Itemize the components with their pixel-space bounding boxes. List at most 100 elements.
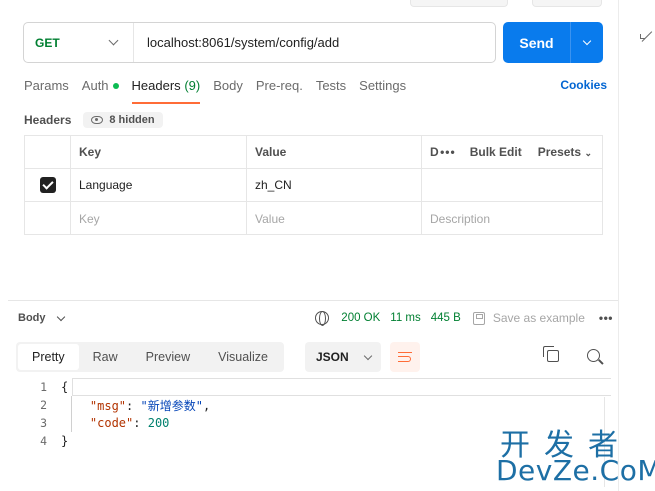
line-number: 3 bbox=[40, 416, 47, 430]
tab-label: Headers bbox=[131, 78, 181, 93]
value-input[interactable]: Value bbox=[247, 202, 422, 235]
request-tabs: Params Auth Headers (9) Body Pre-req. Te… bbox=[24, 78, 607, 104]
format-label: JSON bbox=[316, 350, 349, 364]
tab-pre-request[interactable]: Pre-req. bbox=[256, 78, 303, 104]
tab-tests[interactable]: Tests bbox=[316, 78, 346, 104]
key-input[interactable]: Key bbox=[71, 202, 247, 235]
more-icon[interactable]: ••• bbox=[599, 311, 613, 325]
hidden-headers-toggle[interactable]: 8 hidden bbox=[83, 112, 163, 128]
column-description: D ••• Bulk Edit Presets ⌄ bbox=[422, 136, 602, 168]
code-text: } bbox=[61, 434, 69, 448]
tab-label: Auth bbox=[81, 78, 109, 93]
wrap-lines-button[interactable] bbox=[390, 342, 420, 372]
response-bar: Body 200 OK 11 ms 445 B Save as example … bbox=[18, 308, 613, 328]
active-line-highlight bbox=[72, 378, 611, 396]
expand-icon[interactable] bbox=[640, 30, 652, 42]
column-description-label: D bbox=[430, 145, 439, 159]
response-size[interactable]: 445 B bbox=[431, 312, 461, 324]
column-value: Value bbox=[247, 136, 422, 168]
line-number: 2 bbox=[40, 398, 47, 412]
send-options-button[interactable] bbox=[571, 36, 603, 46]
tab-settings[interactable]: Settings bbox=[359, 78, 406, 104]
tab-label: Pre-req. bbox=[255, 78, 303, 93]
tab-preview[interactable]: Preview bbox=[132, 344, 204, 370]
row-checkbox-cell bbox=[25, 202, 71, 235]
tab-raw[interactable]: Raw bbox=[79, 344, 132, 370]
eye-icon bbox=[91, 116, 104, 124]
table-row: Language zh_CN bbox=[25, 169, 602, 202]
column-key: Key bbox=[71, 136, 247, 168]
tab-body[interactable]: Body bbox=[213, 78, 243, 104]
code-text: "msg": "新增参数", bbox=[89, 398, 211, 413]
chevron-down-icon bbox=[363, 351, 372, 360]
tab-label: Settings bbox=[359, 78, 407, 93]
url-row: GET localhost:8061/system/config/add Sen… bbox=[23, 22, 603, 64]
pane-divider[interactable] bbox=[8, 300, 618, 301]
response-body-label[interactable]: Body bbox=[18, 312, 46, 324]
tab-pretty[interactable]: Pretty bbox=[18, 344, 79, 370]
tab-label: Body bbox=[213, 78, 243, 93]
code-text: { bbox=[61, 380, 69, 394]
line-number: 4 bbox=[40, 434, 47, 448]
code-line: 1 { bbox=[16, 378, 611, 396]
tab-params[interactable]: Params bbox=[24, 78, 69, 104]
chevron-down-icon[interactable] bbox=[56, 312, 65, 321]
format-select[interactable]: JSON bbox=[305, 342, 381, 372]
header-value[interactable]: zh_CN bbox=[247, 169, 422, 201]
code-text: "code": 200 bbox=[89, 416, 170, 430]
toolbar-button-stub[interactable] bbox=[532, 0, 602, 7]
checkbox-icon[interactable] bbox=[39, 177, 56, 193]
chevron-down-icon bbox=[108, 35, 119, 46]
url-input[interactable]: localhost:8061/system/config/add bbox=[134, 35, 339, 50]
view-mode-tabs: Pretty Raw Preview Visualize bbox=[16, 342, 284, 372]
url-bar: GET localhost:8061/system/config/add bbox=[23, 22, 496, 63]
header-key[interactable]: Language bbox=[71, 169, 247, 201]
wrap-icon bbox=[398, 352, 412, 362]
json-punct: , bbox=[202, 398, 211, 413]
request-panel: GET localhost:8061/system/config/add Sen… bbox=[8, 0, 618, 491]
json-value: "新增参数" bbox=[140, 398, 203, 413]
send-button[interactable]: Send bbox=[503, 22, 603, 63]
watermark-en: DevZe.CoM bbox=[496, 454, 655, 487]
hidden-count: 8 hidden bbox=[109, 114, 155, 126]
tab-count: (9) bbox=[184, 78, 201, 93]
save-as-example-button[interactable]: Save as example bbox=[493, 311, 585, 325]
status-code[interactable]: 200 OK bbox=[341, 312, 380, 324]
headers-title: Headers bbox=[24, 113, 72, 127]
method-select[interactable]: GET bbox=[24, 23, 134, 62]
headers-table: Key Value D ••• Bulk Edit Presets ⌄ Lang… bbox=[24, 135, 603, 235]
watermark-logo: 开发者 DevZe.CoM bbox=[496, 420, 655, 490]
cookies-link[interactable]: Cookies bbox=[560, 78, 607, 92]
row-checkbox-cell bbox=[25, 169, 71, 201]
json-value: 200 bbox=[147, 416, 170, 430]
tab-visualize[interactable]: Visualize bbox=[204, 344, 282, 370]
tab-label: Params bbox=[24, 78, 69, 93]
search-icon[interactable] bbox=[587, 349, 600, 362]
bulk-edit-button[interactable]: Bulk Edit bbox=[470, 145, 522, 159]
globe-icon[interactable] bbox=[315, 311, 330, 326]
right-sidebar bbox=[618, 0, 655, 491]
tab-auth[interactable]: Auth bbox=[82, 78, 119, 104]
copy-icon[interactable] bbox=[543, 346, 559, 362]
presets-label: Presets bbox=[537, 145, 582, 159]
line-number: 1 bbox=[40, 380, 47, 394]
code-line: 2 "msg": "新增参数", bbox=[16, 396, 611, 414]
tab-headers[interactable]: Headers (9) bbox=[131, 78, 201, 104]
headers-header: Headers 8 hidden bbox=[24, 111, 163, 129]
chevron-down-icon: ⌄ bbox=[584, 148, 592, 158]
description-input[interactable]: Description bbox=[422, 202, 602, 235]
more-icon[interactable]: ••• bbox=[440, 145, 456, 159]
header-description[interactable] bbox=[422, 169, 602, 201]
toolbar-button-stub[interactable] bbox=[410, 0, 508, 7]
response-time[interactable]: 11 ms bbox=[390, 312, 420, 324]
json-key: "code" bbox=[89, 416, 134, 430]
indent-guide bbox=[71, 396, 72, 432]
method-label: GET bbox=[35, 35, 60, 50]
response-view-bar: Pretty Raw Preview Visualize JSON bbox=[16, 342, 613, 373]
response-stats: 200 OK 11 ms 445 B Save as example ••• bbox=[315, 311, 613, 326]
status-dot-icon bbox=[112, 82, 119, 89]
presets-button[interactable]: Presets ⌄ bbox=[538, 145, 592, 159]
table-row-empty: Key Value Description bbox=[25, 202, 602, 235]
json-key: "msg" bbox=[89, 398, 127, 413]
header-cell-check bbox=[25, 136, 71, 168]
